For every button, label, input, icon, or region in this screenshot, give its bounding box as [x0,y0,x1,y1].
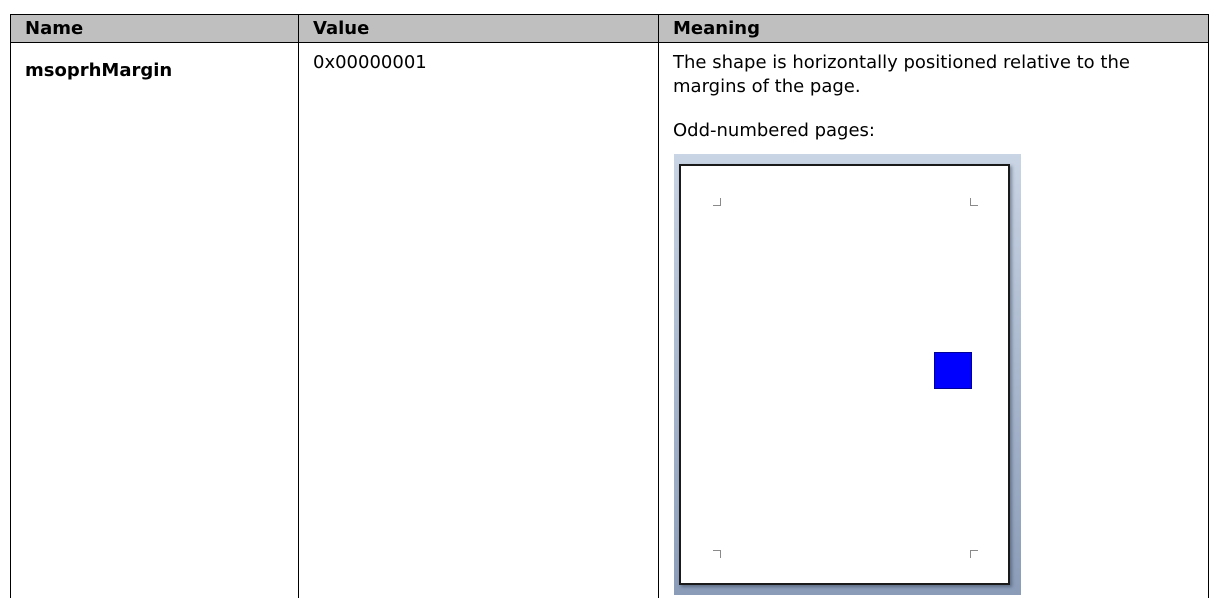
margin-corner-top-left-icon [713,198,721,206]
margin-corner-bottom-right-icon [970,550,978,558]
margin-corner-top-right-icon [970,198,978,206]
header-meaning: Meaning [658,14,1209,43]
table-header-row: Name Value Meaning [10,14,1209,43]
header-value: Value [298,14,659,43]
positioned-shape [934,352,972,389]
table-row: msoprhMargin 0x00000001 The shape is hor… [10,42,1209,598]
enum-table: Name Value Meaning msoprhMargin 0x000000… [10,14,1209,598]
header-name: Name [10,14,299,43]
page-layout-illustration [674,154,1021,595]
page-sheet [679,164,1010,585]
figure-caption: Odd-numbered pages: [673,120,875,141]
cell-name: msoprhMargin [10,42,299,598]
meaning-text: The shape is horizontally positioned rel… [673,52,1130,97]
cell-value: 0x00000001 [298,42,659,598]
margin-corner-bottom-left-icon [713,550,721,558]
